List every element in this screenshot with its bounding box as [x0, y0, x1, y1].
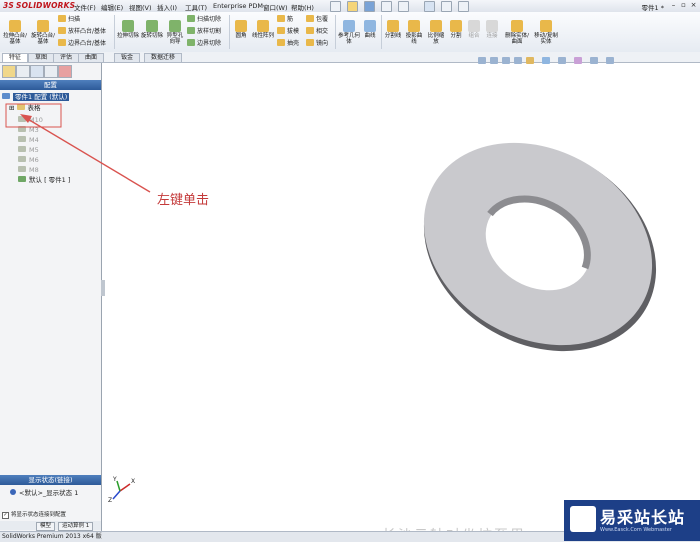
triad-x-label: X: [131, 478, 136, 485]
tab-motion-study[interactable]: 运动算例 1: [58, 522, 94, 531]
watermark-icon: [570, 506, 596, 532]
washer-model[interactable]: [386, 103, 693, 393]
watermark-subtitle: Www.Easck.Com Webmaster: [600, 527, 672, 533]
tab-model[interactable]: 模型: [36, 522, 56, 531]
annotation-overlay: [5, 103, 693, 500]
bottom-tabs: 模型 运动算例 1: [0, 521, 101, 531]
annotation-arrow-head: [20, 114, 32, 123]
watermark-title: 易采站长站: [600, 508, 686, 527]
triad-z-label: Z: [108, 497, 113, 504]
coordinate-triad: [112, 480, 131, 500]
annotation-arrow-line: [25, 117, 151, 193]
annotation-label: 左键单击: [157, 193, 210, 208]
triad-y-label: Y: [113, 476, 117, 483]
highlight-box: [5, 103, 62, 128]
status-text: SolidWorks Premium 2013 x64 版: [2, 533, 102, 540]
watermark-logo: 易采站长站 Www.Easck.Com Webmaster: [564, 500, 700, 541]
